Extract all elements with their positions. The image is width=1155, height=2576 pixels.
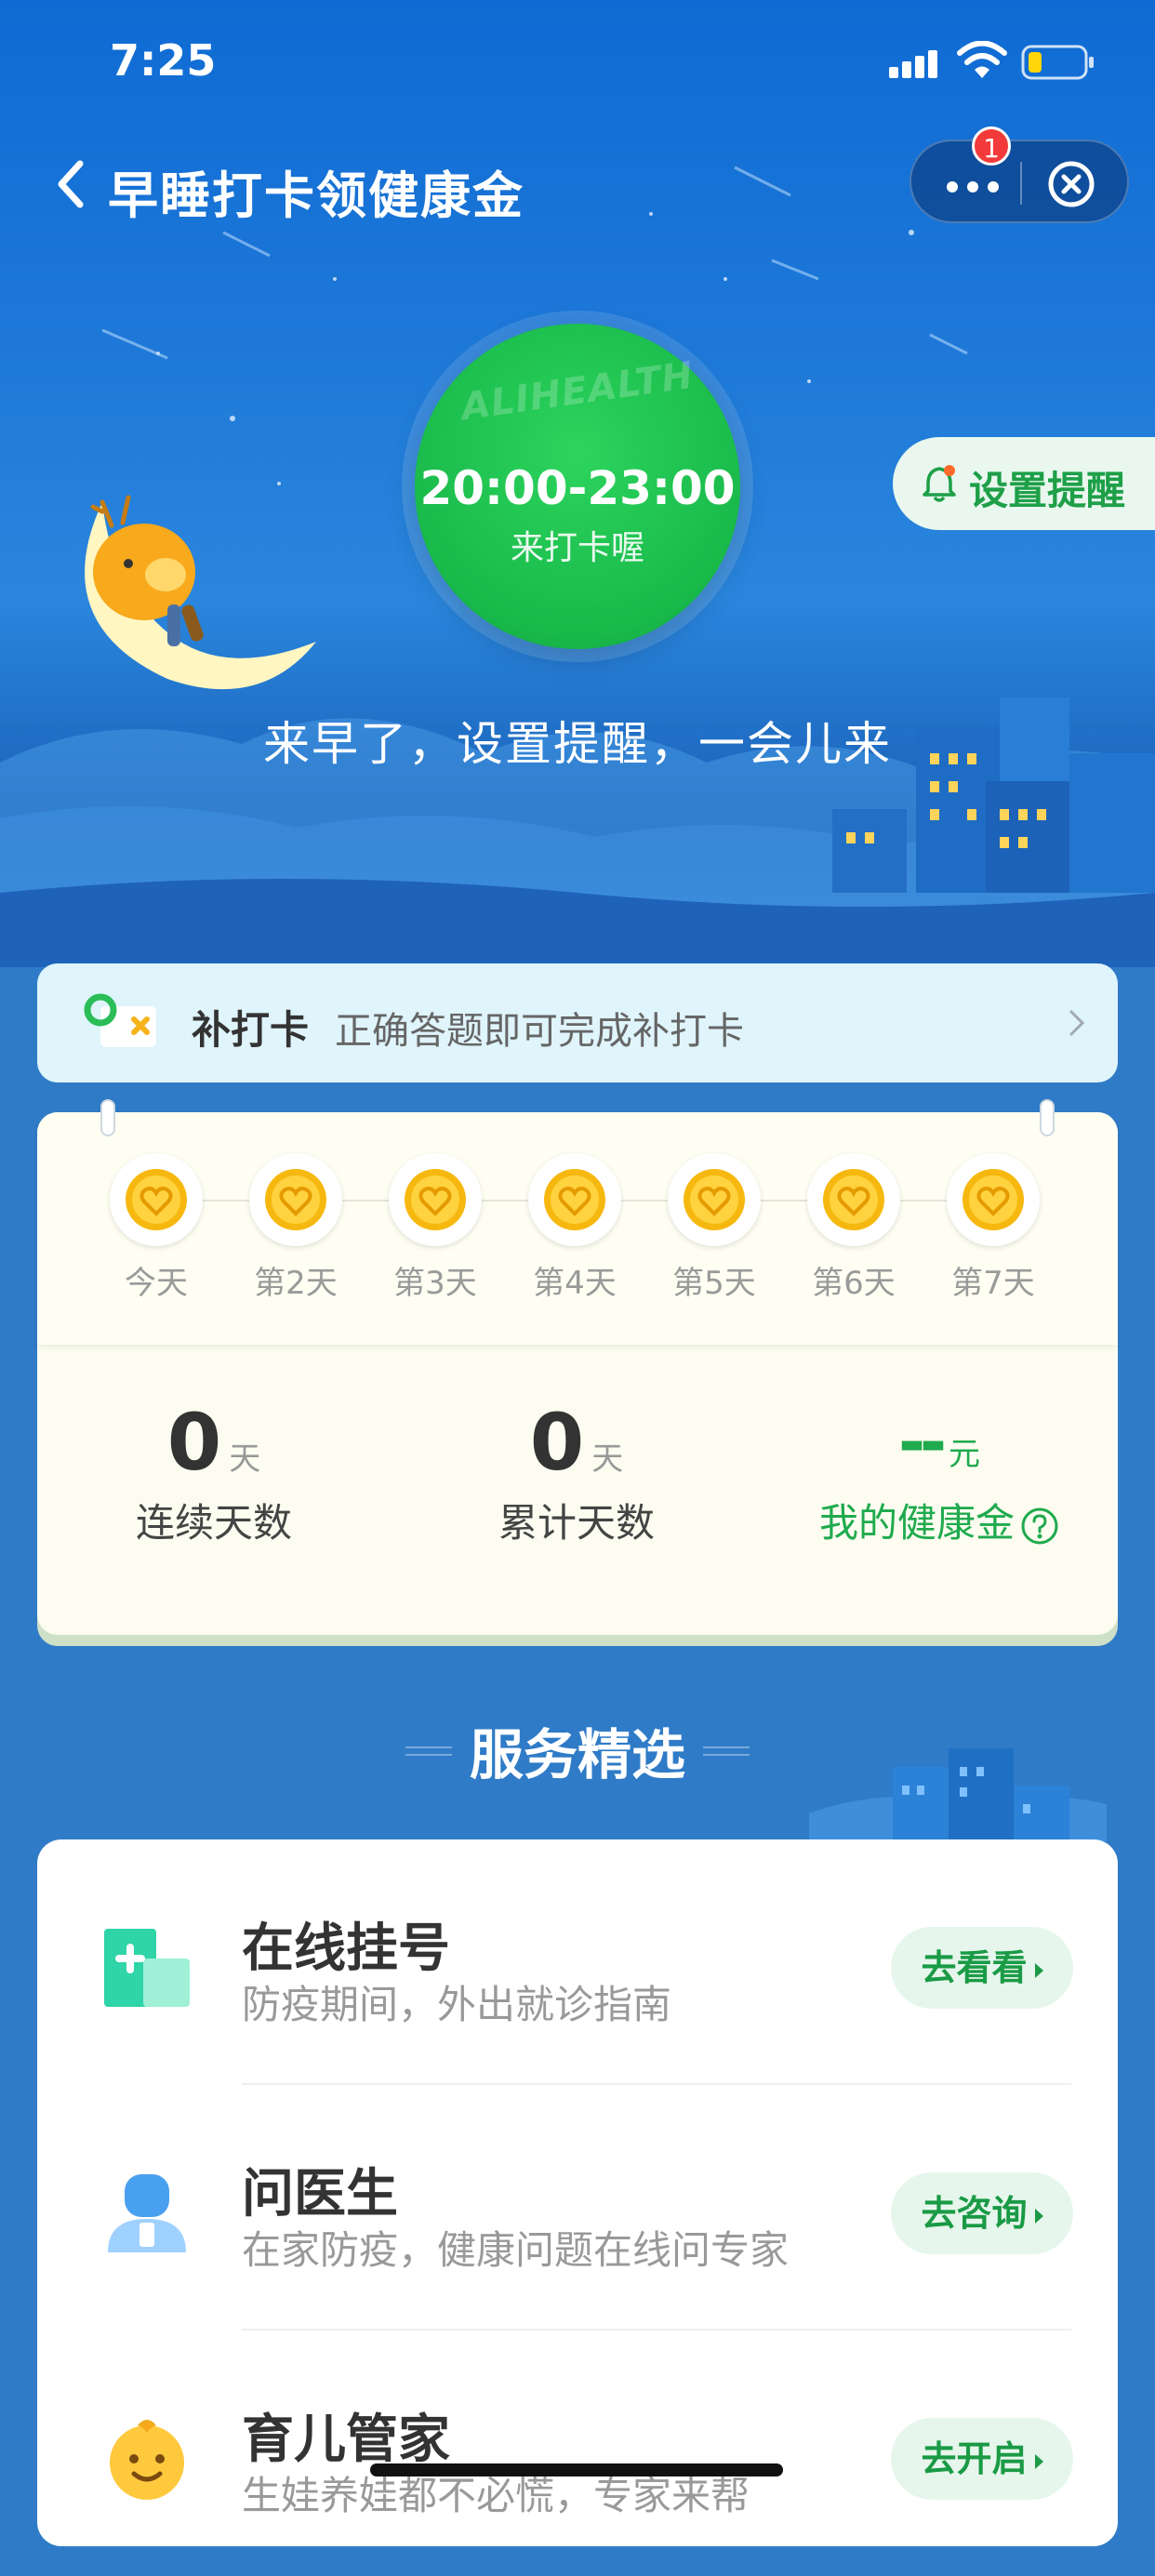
day-label: 第5天 [672,1265,756,1302]
service-description: 防疫期间，外出就诊指南 [242,1982,672,2027]
service-action-button[interactable]: 去开启 [891,2418,1073,2500]
day-label: 第3天 [393,1265,477,1302]
checkin-time-circle[interactable]: ALIHEALTH 20:00-23:00 来打卡喔 [415,324,740,649]
health-money-stat[interactable]: -- 元 我的健康金 [763,1401,1116,1548]
service-list-card: 在线挂号 防疫期间，外出就诊指南 去看看 问医生 在家防疫，健康问题在线问专家 … [37,1839,1118,2546]
service-action-button[interactable]: 去看看 [891,1927,1073,2009]
day-label: 今天 [125,1265,188,1302]
checkin-time-range: 20:00-23:00 [419,461,736,515]
service-action-button[interactable]: 去咨询 [891,2172,1073,2254]
stat-value: -- [897,1404,947,1481]
page-title: 早睡打卡领健康金 [108,166,524,225]
stat-unit: 天 [229,1441,261,1478]
gold-coin-icon [405,1169,466,1230]
gold-coin-icon [684,1169,745,1230]
card-pin [100,1099,115,1136]
status-bar: 7:25 [0,0,1155,126]
total-days-stat: 0天 累计天数 [400,1401,753,1548]
baby-icon [110,2420,184,2500]
seven-day-track: 今天 第2天 第3天 第4天 第5天 第6天 第7天 [37,1099,1118,1345]
stat-label: 累计天数 [498,1500,655,1546]
gold-coin-icon [126,1169,187,1230]
question-icon[interactable] [1020,1507,1059,1546]
consecutive-days-stat: 0天 连续天数 [37,1401,391,1548]
gold-coin-icon [823,1169,884,1230]
doctor-icon [108,2174,186,2252]
day-item-7[interactable]: 第7天 [923,1153,1063,1303]
chevron-right-icon [1069,1010,1085,1036]
checkin-subtitle: 来打卡喔 [510,529,644,567]
card-pin [1040,1099,1055,1136]
service-title: 育儿管家 [242,2410,450,2470]
capsule-divider [1020,162,1022,205]
stat-label: 我的健康金 [818,1500,1015,1546]
moon-deer-illustration [85,495,316,690]
makeup-ticket-icon [84,993,156,1047]
bell-icon [923,465,956,502]
notification-badge: 1 [972,126,1011,166]
gold-coin-icon [544,1169,605,1230]
button-label: 去看看 [921,1947,1028,1988]
play-arrow-icon [1034,2453,1043,2469]
stat-unit: 天 [591,1441,624,1478]
set-reminder-label: 设置提醒 [969,468,1126,513]
day-label: 第2天 [254,1265,338,1302]
wifi-icon [957,41,1007,78]
service-title: 在线挂号 [242,1919,450,1979]
day-item-1[interactable]: 今天 [86,1153,226,1303]
day-item-3[interactable]: 第3天 [365,1153,505,1303]
day-label: 第4天 [533,1265,617,1302]
more-icon[interactable] [941,162,1006,205]
service-item-ask-doctor[interactable]: 问医生 在家防疫，健康问题在线问专家 去咨询 [37,2085,1118,2330]
hero-banner: 7:25 早睡打卡领健康金 1 ALIHEALTH 20:00-23:00 来打… [0,0,1155,967]
set-reminder-button[interactable]: 设置提醒 [893,437,1155,530]
stat-value: 0 [529,1397,585,1488]
gold-coin-icon [265,1169,326,1230]
battery-icon [1021,45,1094,80]
section-title: 服务精选 [469,1723,685,1786]
home-indicator[interactable] [370,2463,783,2476]
stat-unit: 元 [949,1436,981,1473]
gold-coin-icon [962,1169,1024,1230]
back-arrow-icon[interactable] [48,156,95,212]
button-label: 去咨询 [921,2193,1028,2234]
stat-label: 连续天数 [135,1500,292,1546]
service-item-registration[interactable]: 在线挂号 防疫期间，外出就诊指南 去看看 [37,1839,1118,2085]
makeup-title: 补打卡 [192,1007,310,1053]
day-item-4[interactable]: 第4天 [505,1153,644,1303]
stat-value: 0 [166,1397,222,1488]
day-item-5[interactable]: 第5天 [644,1153,784,1303]
play-arrow-icon [1034,2208,1043,2224]
checkin-progress-card: 今天 第2天 第3天 第4天 第5天 第6天 第7天 0天 连续天数 0 天 累… [37,1099,1118,1635]
day-item-6[interactable]: 第6天 [784,1153,923,1303]
close-circle-icon[interactable] [1045,158,1097,210]
day-label: 第7天 [951,1265,1035,1302]
makeup-checkin-banner[interactable]: 补打卡 正确答题即可完成补打卡 [37,963,1118,1082]
makeup-description: 正确答题即可完成补打卡 [335,1010,744,1053]
day-item-2[interactable]: 第2天 [226,1153,365,1303]
service-item-parenting[interactable]: 育儿管家 生娃养娃都不必慌，专家来帮 去开启 [37,2330,1118,2576]
cellular-signal-icon [889,50,937,78]
mini-program-capsule [909,139,1129,223]
button-label: 去开启 [921,2438,1028,2479]
early-hint-text: 来早了，设置提醒，一会儿来 [263,717,892,771]
hospital-icon [104,1929,190,2007]
day-label: 第6天 [812,1265,896,1302]
play-arrow-icon [1034,1962,1043,1978]
service-description: 在家防疫，健康问题在线问专家 [242,2227,790,2273]
status-time: 7:25 [110,35,217,86]
service-title: 问医生 [242,2164,398,2224]
